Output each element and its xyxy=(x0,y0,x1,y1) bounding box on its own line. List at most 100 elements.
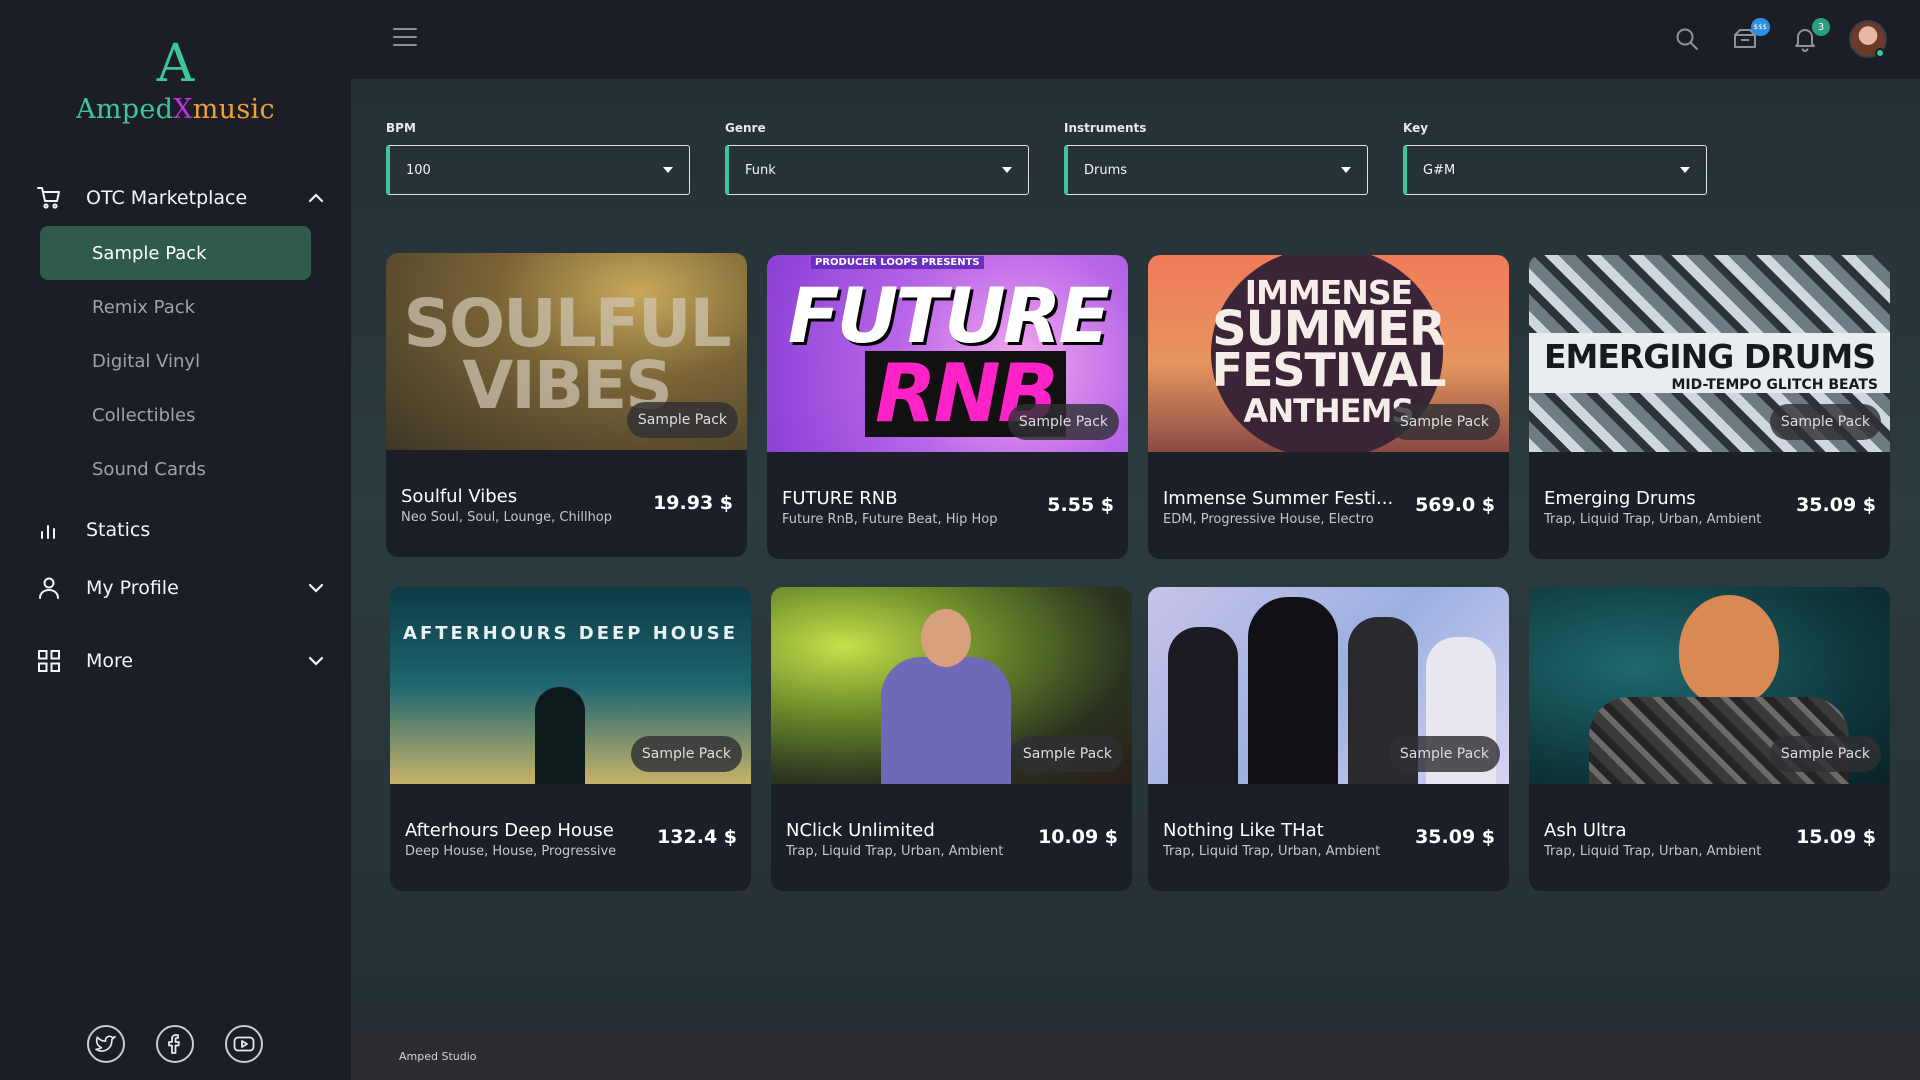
online-status-dot xyxy=(1875,48,1885,58)
card-tags: Deep House, House, Progressive xyxy=(405,844,617,859)
card-tags: Neo Soul, Soul, Lounge, Chillhop xyxy=(401,510,613,525)
card-price: 35.09 $ xyxy=(1415,826,1495,848)
sidebar-item-sample-pack[interactable]: Sample Pack xyxy=(40,226,311,280)
product-card-soulful-vibes[interactable]: SOULFUL VIBES Sample Pack Soulful Vibes N… xyxy=(386,253,747,557)
instruments-select[interactable]: Drums xyxy=(1064,145,1368,195)
logo-text: AmpedXmusic xyxy=(0,94,351,125)
card-art-silhouette xyxy=(535,687,585,784)
key-select[interactable]: G#M xyxy=(1403,145,1707,195)
wallet-icon[interactable]: $$$ xyxy=(1732,18,1770,54)
card-badge: Sample Pack xyxy=(630,736,742,772)
card-title: Immense Summer Festi... xyxy=(1163,488,1394,509)
card-badge: Sample Pack xyxy=(1769,736,1881,772)
card-art-line-3: FESTIVAL xyxy=(1211,343,1447,397)
card-art-line-2: MID-TEMPO GLITCH BEATS xyxy=(1671,377,1878,393)
topbar: $$$ 3 xyxy=(351,0,1920,79)
genre-select[interactable]: Funk xyxy=(725,145,1029,195)
card-badge: Sample Pack xyxy=(1011,736,1123,772)
card-art-line-1: AFTERHOURS DEEP HOUSE xyxy=(403,623,738,644)
twitter-icon[interactable] xyxy=(87,1025,125,1063)
card-title: Soulful Vibes xyxy=(401,486,518,507)
card-title: FUTURE RNB xyxy=(782,488,898,509)
card-title: Afterhours Deep House xyxy=(405,820,614,841)
card-price: 569.0 $ xyxy=(1415,494,1495,516)
sidebar-item-remix-pack[interactable]: Remix Pack xyxy=(40,280,311,334)
card-art-line-4: ANTHEMS xyxy=(1243,392,1415,430)
logo-mark: A xyxy=(156,34,195,94)
facebook-icon[interactable] xyxy=(156,1025,194,1063)
card-title: Nothing Like THat xyxy=(1163,820,1324,841)
logo[interactable]: A AmpedXmusic xyxy=(0,36,351,125)
card-badge: Sample Pack xyxy=(1769,404,1881,440)
user-icon xyxy=(36,575,62,601)
card-tags: EDM, Progressive House, Electro xyxy=(1163,512,1374,527)
bar-chart-icon xyxy=(36,517,62,543)
chevron-down-icon[interactable] xyxy=(306,651,326,671)
footer: Amped Studio xyxy=(351,1032,1920,1080)
filter-genre-label: Genre xyxy=(725,121,766,135)
caret-down-icon xyxy=(663,167,673,173)
filter-genre: Genre Funk xyxy=(725,121,1029,195)
bpm-select-value: 100 xyxy=(406,162,431,178)
wallet-badge: $$$ xyxy=(1750,18,1770,36)
footer-text: Amped Studio xyxy=(399,1050,477,1063)
bpm-select[interactable]: 100 xyxy=(386,145,690,195)
filter-key-label: Key xyxy=(1403,121,1429,135)
menu-icon[interactable] xyxy=(393,28,417,48)
product-card-afterhours-deep-house[interactable]: AFTERHOURS DEEP HOUSE Sample Pack Afterh… xyxy=(390,587,751,891)
caret-down-icon xyxy=(1002,167,1012,173)
card-tags: Trap, Liquid Trap, Urban, Ambient xyxy=(1544,512,1762,527)
product-card-immense-summer-festival[interactable]: IMMENSE SUMMER FESTIVAL ANTHEMS Sample Pack… xyxy=(1148,255,1509,559)
sidebar-item-sound-cards[interactable]: Sound Cards xyxy=(40,442,311,496)
card-price: 15.09 $ xyxy=(1796,826,1876,848)
card-art-line-1: EMERGING DRUMS xyxy=(1543,337,1876,376)
filter-bpm-label: BPM xyxy=(386,121,416,135)
nav-statics-label: Statics xyxy=(86,519,151,541)
sidebar: A AmpedXmusic OTC Marketplace Sample Pac… xyxy=(0,0,351,1080)
card-price: 132.4 $ xyxy=(657,826,737,848)
logo-text-x: X xyxy=(173,94,193,125)
bell-icon[interactable]: 3 xyxy=(1792,18,1830,54)
card-tags: Trap, Liquid Trap, Urban, Ambient xyxy=(1163,844,1381,859)
chevron-down-icon[interactable] xyxy=(306,578,326,598)
search-icon[interactable] xyxy=(1674,26,1702,54)
product-card-nothing-like-that[interactable]: Sample Pack Nothing Like THat Trap, Liqu… xyxy=(1148,587,1509,891)
sidebar-item-collectibles[interactable]: Collectibles xyxy=(40,388,311,442)
nav-my-profile[interactable]: My Profile xyxy=(36,570,326,606)
card-art-figure xyxy=(881,657,1011,784)
nav-more[interactable]: More xyxy=(36,643,326,679)
card-price: 19.93 $ xyxy=(653,492,733,514)
nav-otc-marketplace[interactable]: OTC Marketplace xyxy=(36,180,326,216)
card-tags: Future RnB, Future Beat, Hip Hop xyxy=(782,512,998,527)
nav-otc-marketplace-label: OTC Marketplace xyxy=(86,187,248,209)
card-art-head xyxy=(1679,595,1779,705)
caret-down-icon xyxy=(1341,167,1351,173)
filter-bpm: BPM 100 xyxy=(386,121,690,195)
genre-select-value: Funk xyxy=(745,162,776,178)
nav-statics[interactable]: Statics xyxy=(36,512,326,548)
grid-icon xyxy=(36,648,62,674)
chevron-up-icon[interactable] xyxy=(306,188,326,208)
sidebar-item-digital-vinyl[interactable]: Digital Vinyl xyxy=(40,334,311,388)
notification-badge: 3 xyxy=(1812,18,1830,36)
card-title: Ash Ultra xyxy=(1544,820,1627,841)
nav-my-profile-label: My Profile xyxy=(86,577,179,599)
card-art-figure-1 xyxy=(1168,627,1238,784)
product-card-future-rnb[interactable]: PRODUCER LOOPS PRESENTS FUTURE RNB Sampl… xyxy=(767,255,1128,559)
product-card-emerging-drums[interactable]: EMERGING DRUMS MID-TEMPO GLITCH BEATS Sa… xyxy=(1529,255,1890,559)
product-card-nclick-unlimited[interactable]: Sample Pack NClick Unlimited Trap, Liqui… xyxy=(771,587,1132,891)
card-badge: Sample Pack xyxy=(1007,404,1119,440)
card-badge: Sample Pack xyxy=(626,402,738,438)
nav-more-label: More xyxy=(86,650,134,672)
card-price: 35.09 $ xyxy=(1796,494,1876,516)
card-tags: Trap, Liquid Trap, Urban, Ambient xyxy=(1544,844,1762,859)
instruments-select-value: Drums xyxy=(1084,162,1128,178)
cart-icon xyxy=(36,185,62,211)
filter-key: Key G#M xyxy=(1403,121,1707,195)
card-art-head xyxy=(921,609,971,667)
caret-down-icon xyxy=(1680,167,1690,173)
logo-text-amped: Amped xyxy=(76,94,174,125)
card-tags: Trap, Liquid Trap, Urban, Ambient xyxy=(786,844,1004,859)
youtube-icon[interactable] xyxy=(225,1025,263,1063)
product-card-ash-ultra[interactable]: Sample Pack Ash Ultra Trap, Liquid Trap,… xyxy=(1529,587,1890,891)
